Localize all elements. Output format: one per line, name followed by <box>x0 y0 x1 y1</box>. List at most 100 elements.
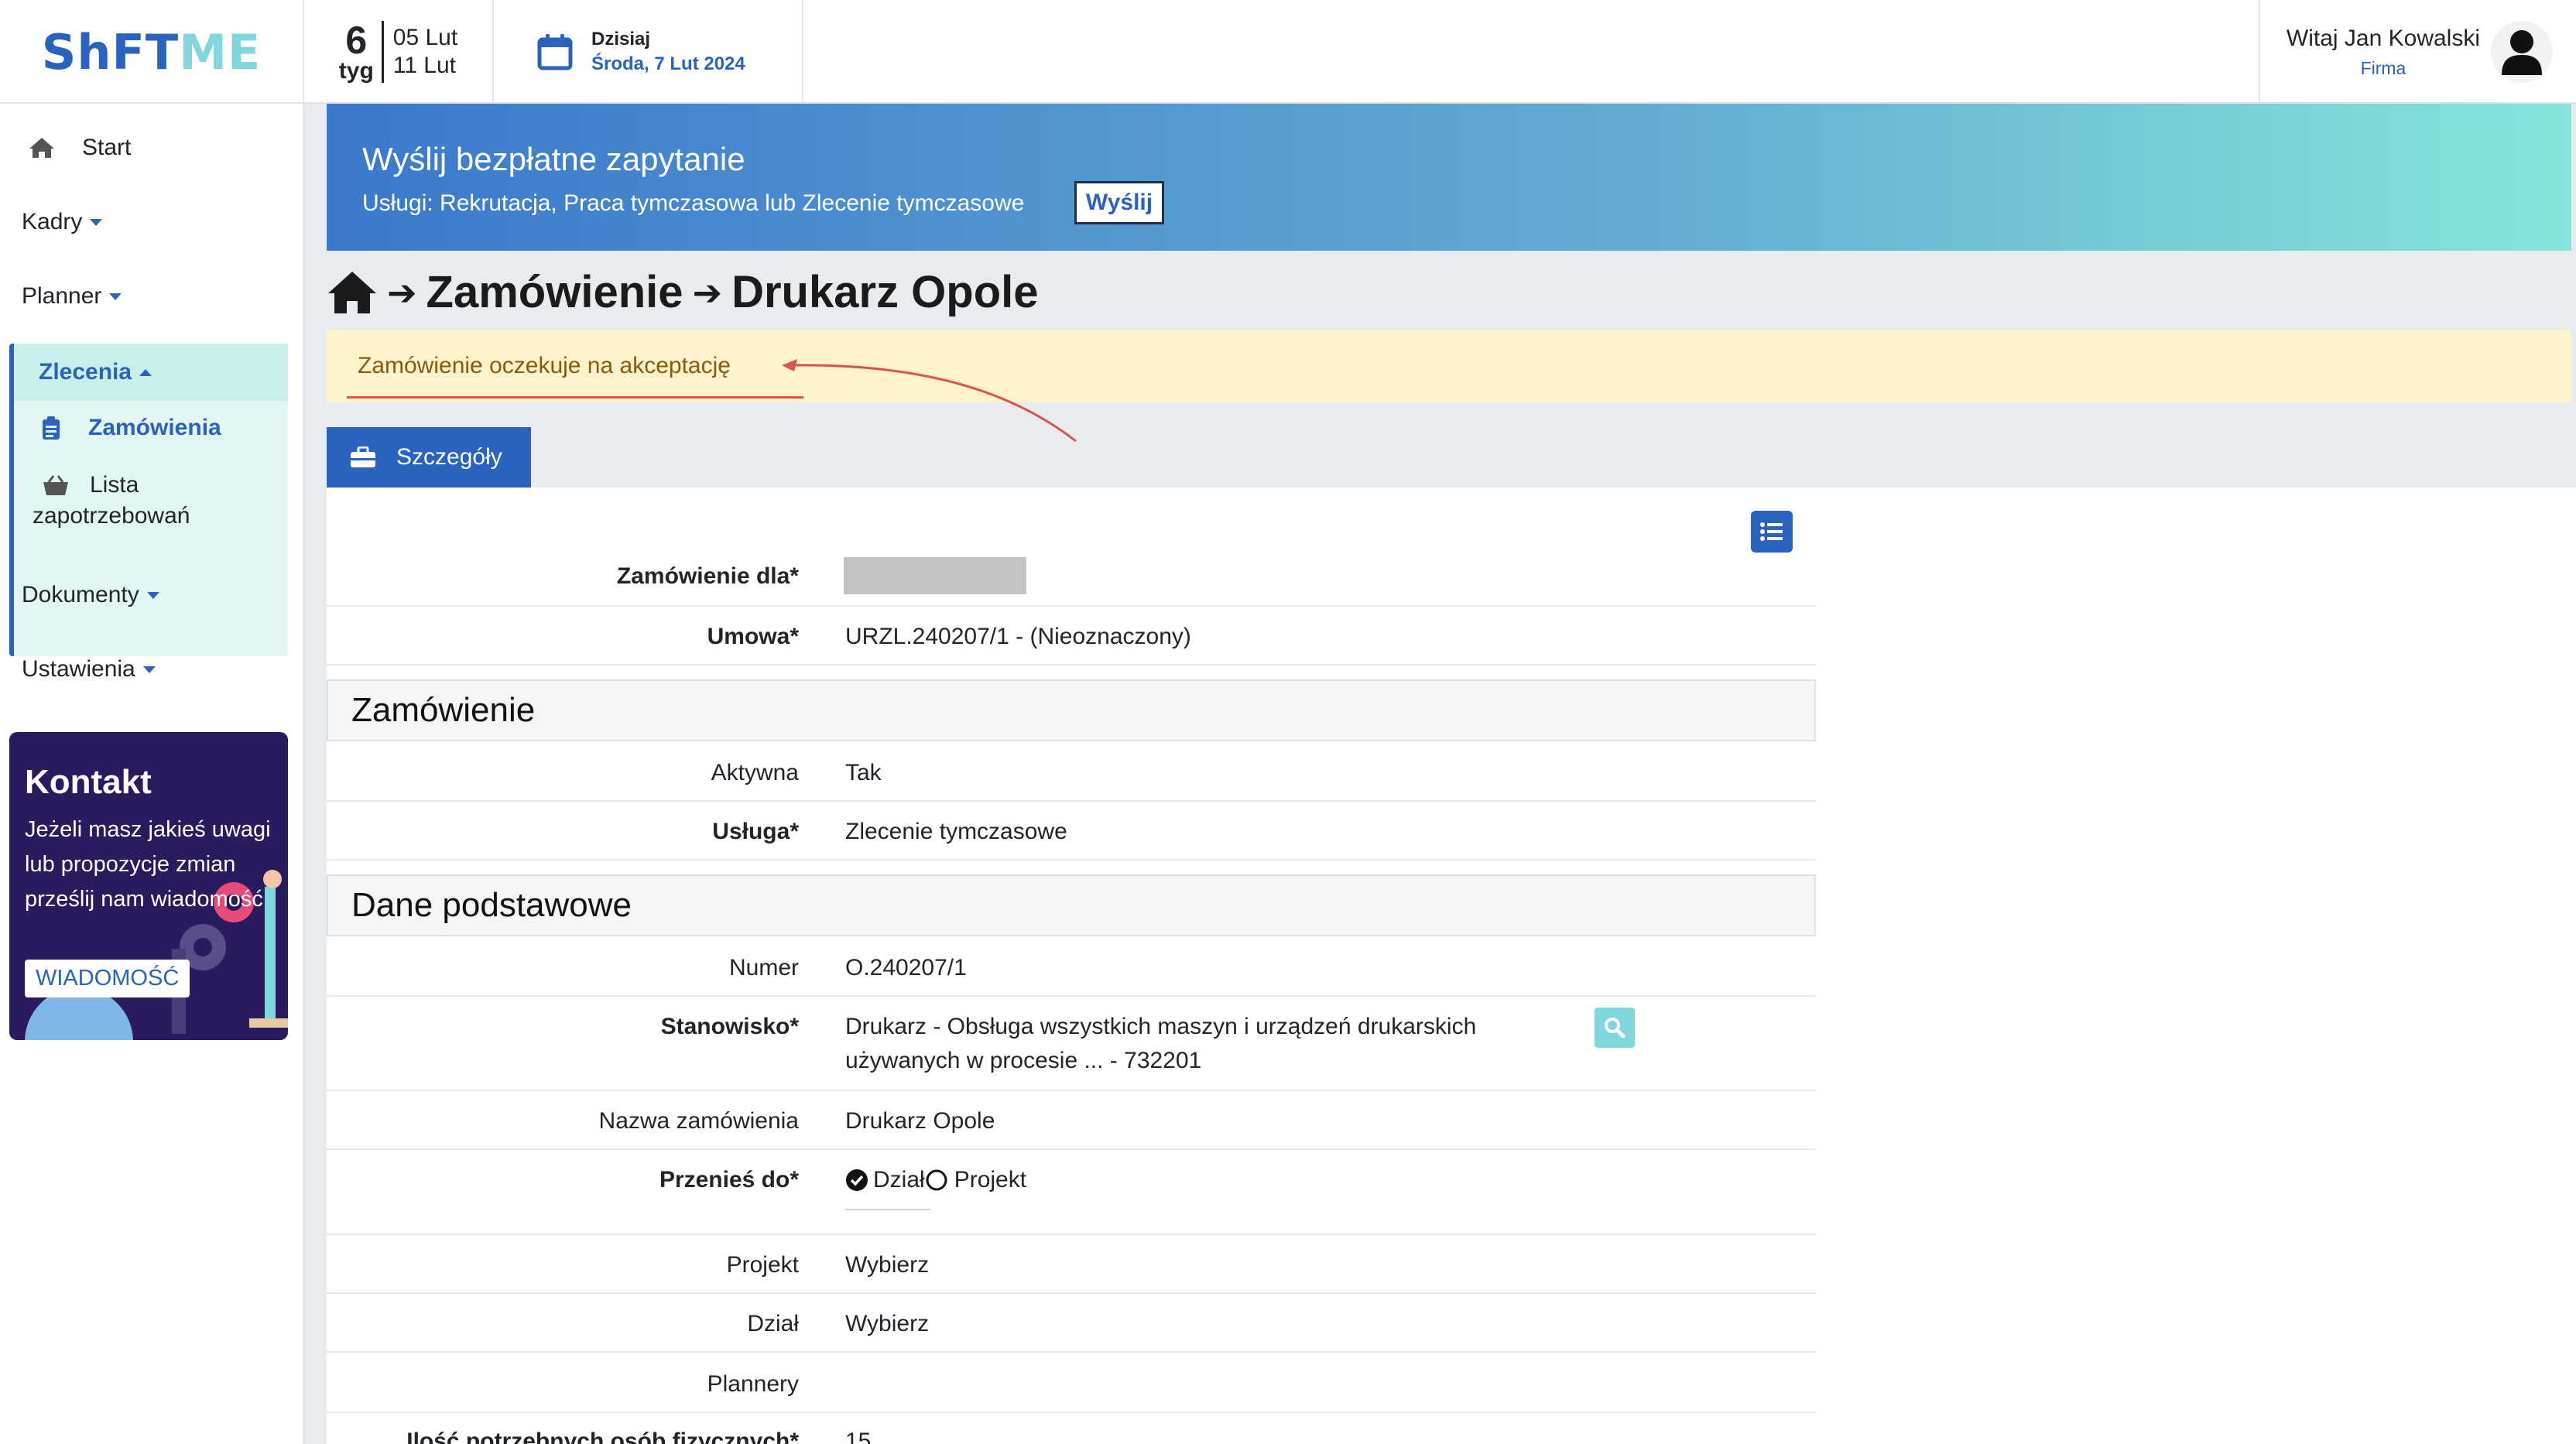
projekt-label: Projekt <box>726 1252 799 1278</box>
sidebar-item-lista-zapotrzebowan[interactable]: Lista zapotrzebowań <box>33 472 190 529</box>
today-label: Dzisiaj <box>591 29 651 50</box>
row-divider <box>327 1148 1816 1150</box>
sidebar-item-label: Zlecenia <box>39 359 132 385</box>
sidebar-item-label: Ustawienia <box>22 656 135 682</box>
calendar-icon <box>537 34 573 70</box>
sidebar-item-label: Dokumenty <box>22 582 139 607</box>
projekt-select[interactable]: Wybierz <box>845 1252 929 1278</box>
row-divider <box>327 664 1816 666</box>
stanowisko-value-line2: używanych w procesie ... - 732201 <box>845 1048 1202 1073</box>
chevron-down-icon <box>146 591 159 599</box>
contact-text: Jeżeli masz jakieś uwagi lub propozycje … <box>25 817 271 912</box>
sidebar-item-label-line1: Lista <box>90 472 139 498</box>
zamowienie-dla-value <box>844 557 1026 594</box>
umowa-value: URZL.240207/1 - (Nieoznaczony) <box>845 624 1191 649</box>
sidebar-group-zlecenia: Zlecenia Zamówienia Lista zapotrzebowań <box>9 344 288 656</box>
chevron-up-icon <box>139 368 152 376</box>
dzial-select[interactable]: Wybierz <box>845 1311 929 1337</box>
user-icon <box>2502 30 2542 75</box>
tab-szczegoly[interactable]: Szczegóły <box>327 427 531 488</box>
search-button[interactable] <box>1595 1008 1635 1048</box>
contact-title: Kontakt <box>25 763 152 801</box>
home-icon[interactable] <box>327 270 378 315</box>
breadcrumb-step-2: Drukarz Opole <box>731 267 1039 317</box>
sidebar-item-planner[interactable]: Planner <box>22 283 122 310</box>
ilosc-osob-label: Ilość potrzebnych osób fizycznych* <box>406 1429 799 1444</box>
alert-underline <box>347 396 803 399</box>
sidebar-item-ustawienia[interactable]: Ustawienia <box>22 656 156 683</box>
send-button[interactable]: Wyślij <box>1074 181 1164 224</box>
details-panel <box>327 488 2576 1444</box>
week-number: 6 <box>345 19 368 62</box>
week-to: 11 Lut <box>392 53 456 78</box>
user-company: Firma <box>2360 57 2406 78</box>
breadcrumb-arrow: ➔ <box>387 272 417 313</box>
ilosc-osob-value[interactable]: 15 <box>845 1429 871 1444</box>
row-divider <box>327 1351 1816 1353</box>
row-divider <box>327 800 1816 802</box>
section-dane-podstawowe: Dane podstawowe <box>327 874 1816 936</box>
aktywna-label: Aktywna <box>711 760 799 785</box>
chevron-down-icon <box>109 293 122 300</box>
row-divider <box>327 995 1816 997</box>
contact-card: Kontakt Jeżeli masz jakieś uwagi lub pro… <box>9 732 288 1040</box>
sidebar-item-zlecenia[interactable]: Zlecenia <box>14 344 288 401</box>
today-indicator[interactable]: Dzisiaj Środa, 7 Lut 2024 <box>494 0 803 104</box>
alert-text: Zamówienie oczekuje na akceptację <box>358 353 731 378</box>
annotation-arrow <box>782 359 1077 443</box>
breadcrumb-step-1[interactable]: Zamówienie <box>426 266 683 318</box>
radio-dzial-label[interactable]: Dział <box>873 1167 925 1193</box>
numer-value: O.240207/1 <box>845 955 967 980</box>
radio-projekt-label[interactable]: Projekt <box>954 1167 1026 1193</box>
breadcrumb-arrow: ➔ <box>692 272 723 313</box>
zamowienie-dla-label: Zamówienie dla* <box>616 563 799 589</box>
nazwa-zamowienia-value: Drukarz Opole <box>845 1108 995 1134</box>
row-divider <box>327 1292 1816 1294</box>
dzial-label: Dział <box>747 1311 799 1336</box>
sidebar-item-label: Zamówienia <box>88 415 221 440</box>
radio-checked-icon[interactable] <box>845 1169 868 1192</box>
radio-underline <box>845 1209 930 1210</box>
week-label: tyg <box>338 58 374 84</box>
usluga-label: Usługa* <box>712 819 799 844</box>
sidebar-item-label: Start <box>82 135 132 160</box>
clipboard-icon <box>43 416 60 440</box>
row-divider <box>327 1090 1816 1091</box>
list-view-button[interactable] <box>1751 511 1793 553</box>
sidebar-item-dokumenty[interactable]: Dokumenty <box>22 582 159 608</box>
avatar[interactable] <box>2491 21 2553 83</box>
przenies-do-radio-group: Dział Projekt <box>845 1167 1026 1193</box>
nazwa-zamowienia-label: Nazwa zamówienia <box>598 1108 799 1134</box>
logo-part2: ME <box>179 23 262 80</box>
stanowisko-value-line1: Drukarz - Obsługa wszystkich maszyn i ur… <box>845 1014 1477 1039</box>
radio-unchecked-icon[interactable] <box>925 1169 948 1192</box>
sidebar: Start Kadry Planner Zlecenia Zamówienia <box>0 104 304 1444</box>
section-zamowienie: Zamówienie <box>327 679 1816 741</box>
tab-label: Szczegóły <box>396 444 502 470</box>
aktywna-value: Tak <box>845 760 882 785</box>
status-alert: Zamówienie oczekuje na akceptację <box>327 330 2571 402</box>
top-bar: ShFTME 6 tyg 05 Lut 11 Lut Dzisiaj Środa… <box>0 0 2576 104</box>
banner-services: Usługi: Rekrutacja, Praca tymczasowa lub… <box>362 190 1025 216</box>
numer-label: Numer <box>728 955 799 980</box>
stanowisko-label: Stanowisko* <box>660 1014 799 1039</box>
banner-heading: Wyślij bezpłatne zapytanie <box>362 141 745 177</box>
sidebar-item-kadry[interactable]: Kadry <box>22 209 103 235</box>
week-indicator[interactable]: 6 tyg 05 Lut 11 Lut <box>304 0 494 104</box>
sidebar-item-start[interactable]: Start <box>28 135 131 161</box>
logo[interactable]: ShFTME <box>0 0 304 104</box>
row-divider <box>327 1411 1816 1413</box>
sidebar-item-label-line2: zapotrzebowań <box>33 503 190 529</box>
sidebar-item-zamowienia[interactable]: Zamówienia <box>42 415 221 441</box>
breadcrumb: ➔ Zamówienie ➔ Drukarz Opole <box>327 266 1039 318</box>
search-icon <box>1605 1018 1625 1039</box>
promo-banner: Wyślij bezpłatne zapytanie Usługi: Rekru… <box>327 104 2571 251</box>
row-divider <box>327 1234 1816 1235</box>
home-icon <box>29 138 54 158</box>
logo-part1: ShFT <box>41 23 180 80</box>
message-button[interactable]: WIADOMOŚĆ <box>25 960 190 997</box>
row-divider <box>327 605 1816 607</box>
briefcase-icon <box>351 447 375 467</box>
plannery-label: Plannery <box>707 1371 799 1397</box>
user-menu[interactable]: Witaj Jan Kowalski Firma <box>2259 0 2576 104</box>
